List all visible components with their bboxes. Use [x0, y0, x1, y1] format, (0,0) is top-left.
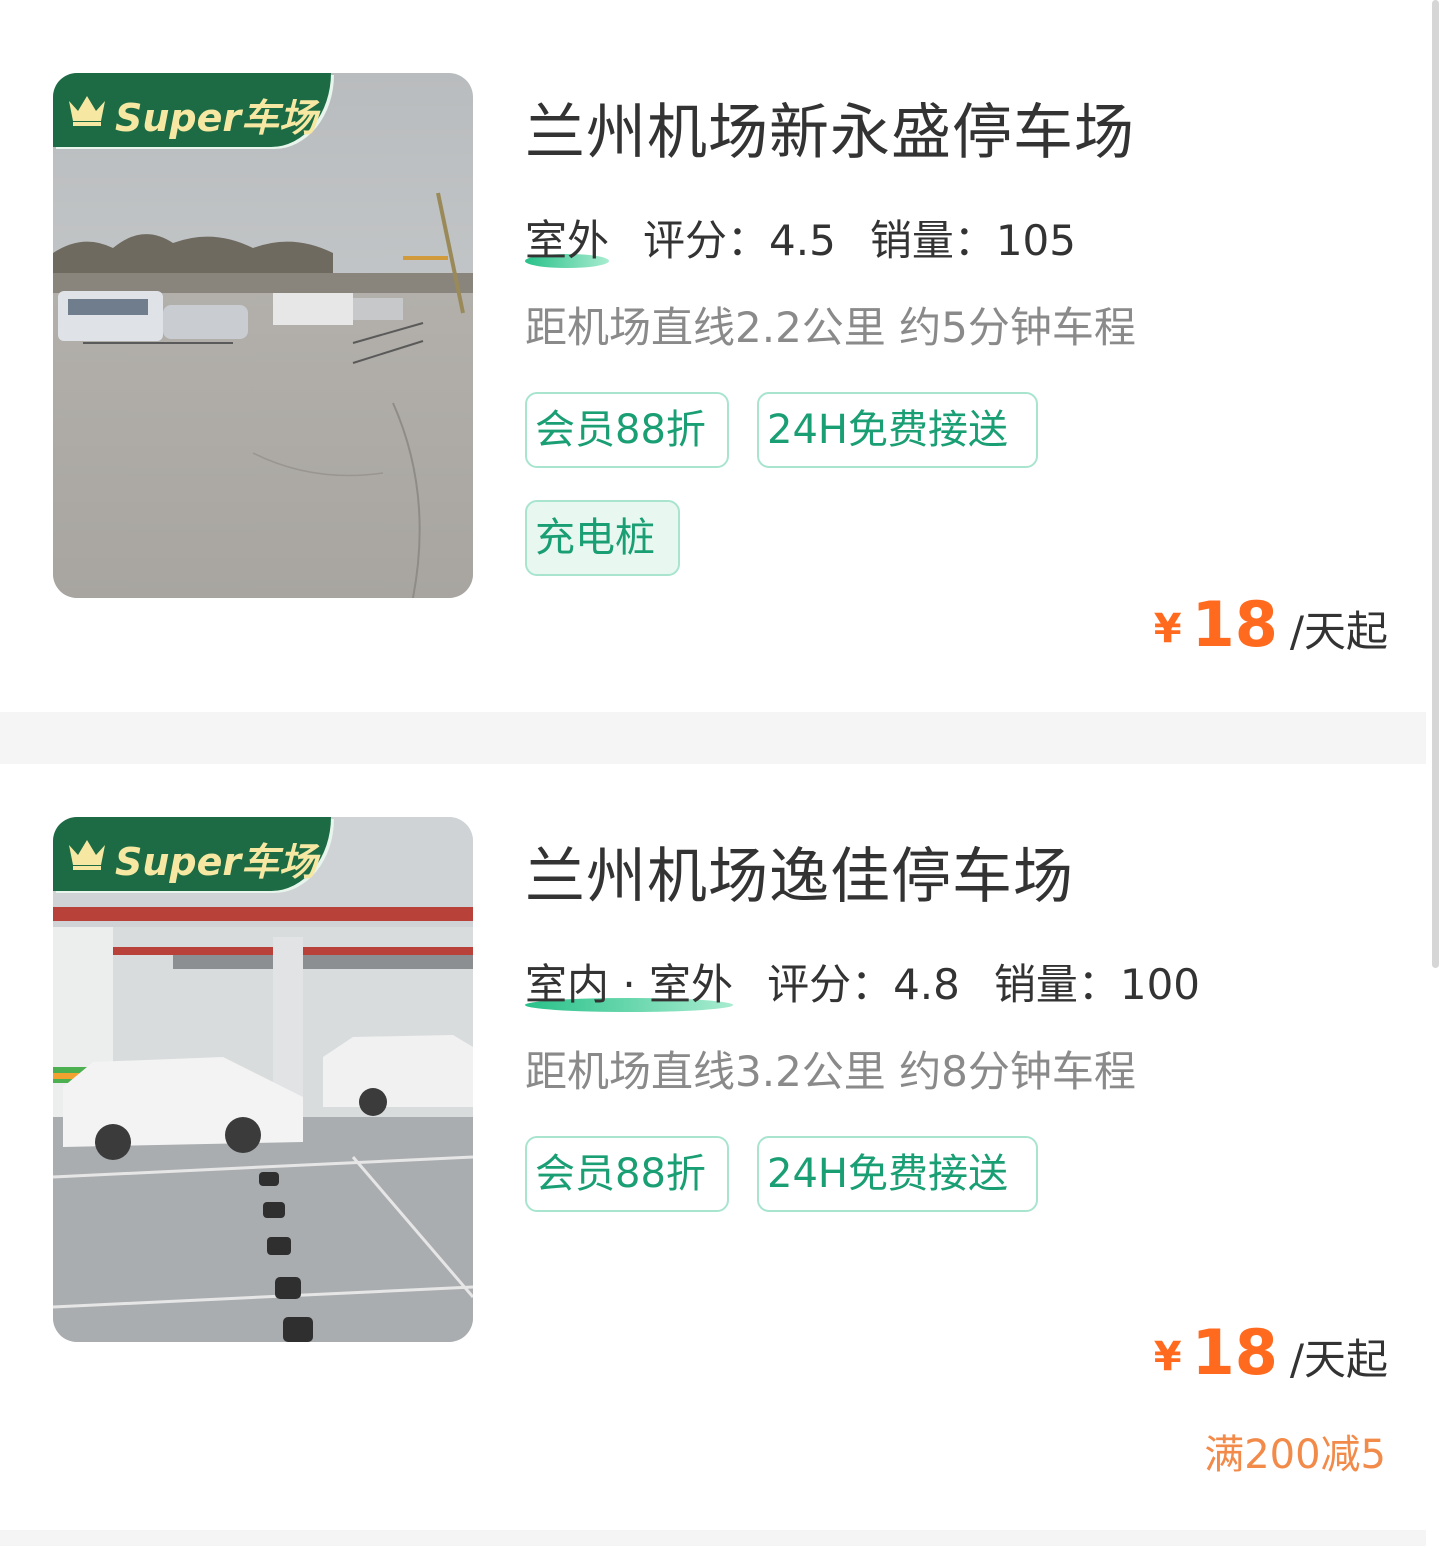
card-divider [0, 712, 1426, 764]
rating: 评分：4.5 [643, 216, 836, 265]
parking-lot-photo[interactable]: Super车场 [53, 817, 473, 1342]
distance-info: 距机场直线2.2公里 约5分钟车程 [525, 303, 1136, 352]
price: ¥18/天起 [1154, 1316, 1388, 1389]
parking-lot-name[interactable]: 兰州机场新永盛停车场 [525, 84, 1135, 171]
distance-info: 距机场直线3.2公里 约8分钟车程 [525, 1047, 1136, 1096]
price-amount: 18 [1191, 588, 1278, 661]
parking-type: 室内 · 室外 [525, 951, 734, 1012]
outdoor-lot-image [53, 73, 473, 598]
scrollbar-thumb[interactable] [1432, 0, 1439, 968]
scrollbar-track[interactable] [1426, 0, 1442, 1546]
super-badge: Super车场 [53, 817, 331, 891]
card-divider [0, 1530, 1426, 1546]
parking-lot-meta: 室外 评分：4.5 销量：105 [525, 207, 1076, 268]
price-unit: /天起 [1289, 1335, 1388, 1384]
sales-count: 销量：100 [993, 960, 1201, 1009]
tag-free-shuttle: 24H免费接送 [757, 1136, 1038, 1212]
parking-lot-card[interactable]: Super车场 兰州机场逸佳停车场 室内 · 室外 评分：4.8 销量：100 距机… [0, 764, 1426, 1530]
promo-discount: 满200减5 [1204, 1432, 1386, 1478]
price-unit: /天起 [1289, 607, 1388, 656]
parking-lot-card[interactable]: Super车场 兰州机场新永盛停车场 室外 评分：4.5 销量：105 距机场直线2… [0, 0, 1426, 712]
crown-icon [69, 96, 105, 126]
parking-lot-meta: 室内 · 室外 评分：4.8 销量：100 [525, 951, 1200, 1012]
super-badge: Super车场 [53, 73, 331, 147]
tag-member-discount: 会员88折 [525, 1136, 729, 1212]
tag-member-discount: 会员88折 [525, 392, 729, 468]
currency-symbol: ¥ [1153, 1334, 1182, 1380]
super-badge-label: Super车场 [115, 96, 318, 140]
currency-symbol: ¥ [1153, 606, 1182, 652]
crown-icon [69, 840, 105, 870]
tag-charging-pile: 充电桩 [525, 500, 680, 576]
tag-free-shuttle: 24H免费接送 [757, 392, 1038, 468]
parking-lot-name[interactable]: 兰州机场逸佳停车场 [525, 828, 1074, 915]
price-amount: 18 [1191, 1316, 1278, 1389]
parking-type: 室外 [525, 207, 610, 268]
price: ¥18/天起 [1154, 588, 1388, 661]
sales-count: 销量：105 [869, 216, 1076, 265]
super-badge-label: Super车场 [115, 840, 318, 884]
rating: 评分：4.8 [767, 960, 960, 1009]
indoor-garage-image [53, 817, 473, 1342]
parking-lot-photo[interactable]: Super车场 [53, 73, 473, 598]
